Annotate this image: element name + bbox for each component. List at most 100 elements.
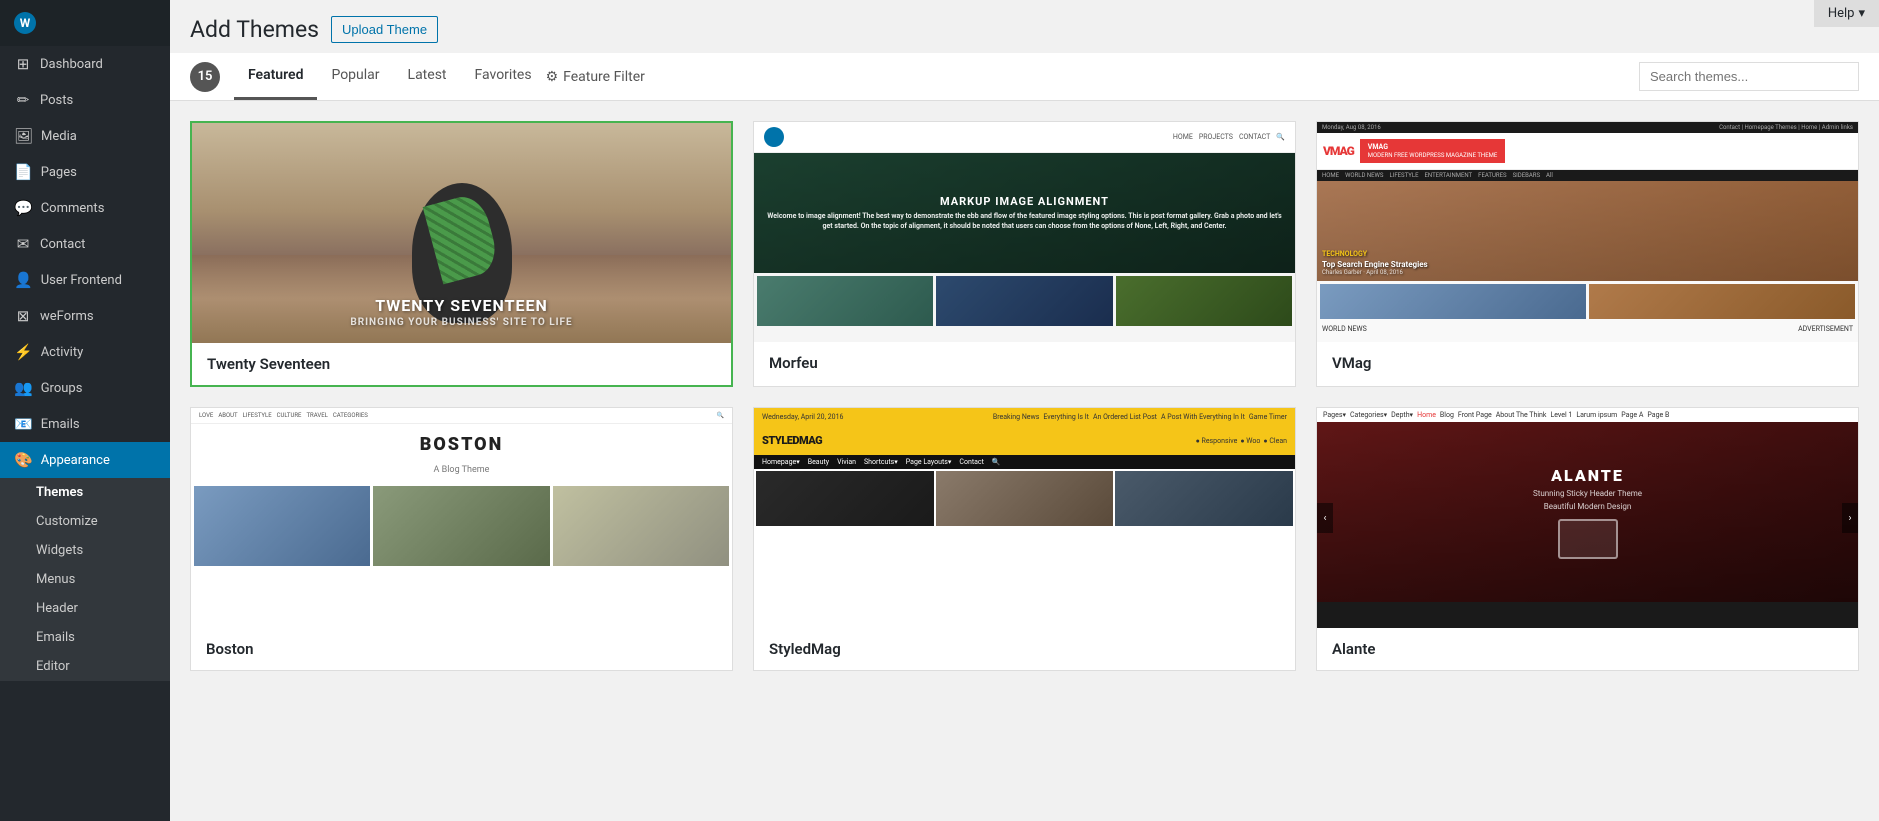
vmag-topbar: Monday, Aug 08, 2016 Contact | Homepage … bbox=[1317, 122, 1858, 133]
twenty-seventeen-preview: TWENTY SEVENTEEN Bringing your business'… bbox=[192, 123, 731, 343]
groups-icon: 👥 bbox=[14, 379, 33, 397]
sidebar-item-emails[interactable]: 📧 Emails bbox=[0, 406, 170, 442]
sidebar-item-label: Media bbox=[41, 129, 77, 144]
boston-title: BOSTON bbox=[191, 424, 732, 465]
morfeu-grid-item bbox=[757, 276, 933, 326]
sidebar-item-label: Pages bbox=[41, 165, 77, 180]
feature-filter-label: Feature Filter bbox=[563, 69, 645, 85]
gear-icon: ⚙ bbox=[546, 69, 559, 85]
sidebar-subitem-themes[interactable]: Themes bbox=[0, 478, 170, 507]
help-label: Help bbox=[1828, 6, 1855, 21]
posts-icon: ✏ bbox=[14, 91, 32, 109]
theme-card-vmag[interactable]: Monday, Aug 08, 2016 Contact | Homepage … bbox=[1316, 121, 1859, 387]
sidebar-subitem-customize[interactable]: Customize bbox=[0, 507, 170, 536]
help-arrow-icon: ▾ bbox=[1858, 6, 1865, 21]
vmag-small-card bbox=[1589, 284, 1855, 319]
styledmag-img bbox=[936, 471, 1114, 526]
theme-alante-img: Pages▾ Categories▾ Depth▾ Home Blog Fron… bbox=[1317, 408, 1858, 628]
sidebar-item-label: Appearance bbox=[41, 453, 110, 468]
sidebar-item-contact[interactable]: ✉ Contact bbox=[0, 226, 170, 262]
theme-card-twenty-seventeen[interactable]: ✓ Installed TWENTY SEVENTEEN Bringing yo… bbox=[190, 121, 733, 387]
sidebar-item-dashboard[interactable]: ⊞ Dashboard bbox=[0, 46, 170, 82]
sidebar-item-posts[interactable]: ✏ Posts bbox=[0, 82, 170, 118]
upload-theme-button[interactable]: Upload Theme bbox=[331, 16, 438, 43]
sidebar-subitem-widgets[interactable]: Widgets bbox=[0, 536, 170, 565]
boston-preview: LOVE ABOUT LIFESTYLE CULTURE TRAVEL CATE… bbox=[191, 408, 732, 628]
styledmag-img bbox=[756, 471, 934, 526]
tabs-bar: 15 Featured Popular Latest Favorites ⚙ F… bbox=[170, 53, 1879, 101]
boston-img bbox=[373, 486, 549, 566]
topbar-left: Add Themes Upload Theme bbox=[190, 16, 438, 43]
vmag-hero: TECHNOLOGY Top Search Engine Strategies … bbox=[1317, 181, 1858, 281]
sidebar-subitem-header[interactable]: Header bbox=[0, 594, 170, 623]
topbar: Add Themes Upload Theme bbox=[170, 0, 1879, 53]
sidebar-subitem-editor[interactable]: Editor bbox=[0, 652, 170, 681]
sidebar-subitem-emails[interactable]: Emails bbox=[0, 623, 170, 652]
theme-card-boston[interactable]: LOVE ABOUT LIFESTYLE CULTURE TRAVEL CATE… bbox=[190, 407, 733, 671]
styledmag-logo: STYLEDMAG bbox=[762, 434, 822, 447]
theme-name: Boston bbox=[191, 628, 732, 670]
sidebar-item-label: Groups bbox=[41, 381, 83, 396]
sidebar-subitem-menus[interactable]: Menus bbox=[0, 565, 170, 594]
styledmag-preview: Wednesday, April 20, 2016 Breaking News … bbox=[754, 408, 1295, 628]
boston-img bbox=[194, 486, 370, 566]
theme-card-styledmag[interactable]: Wednesday, April 20, 2016 Breaking News … bbox=[753, 407, 1296, 671]
sidebar-item-appearance[interactable]: 🎨 Appearance bbox=[0, 442, 170, 478]
sidebar-item-comments[interactable]: 💬 Comments bbox=[0, 190, 170, 226]
weforms-icon: ⊠ bbox=[14, 307, 32, 325]
pages-icon: 📄 bbox=[14, 163, 33, 181]
appearance-icon: 🎨 bbox=[14, 451, 33, 469]
sidebar-item-label: Emails bbox=[41, 417, 80, 432]
sidebar-item-pages[interactable]: 📄 Pages bbox=[0, 154, 170, 190]
sidebar-item-label: Posts bbox=[40, 93, 73, 108]
sidebar-item-groups[interactable]: 👥 Groups bbox=[0, 370, 170, 406]
vmag-header: VMAG VMAGMODERN FREE WORDPRESS MAGAZINE … bbox=[1317, 133, 1858, 170]
vmag-footer-labels: WORLD NEWS ADVERTISEMENT bbox=[1317, 322, 1858, 336]
boston-img bbox=[553, 486, 729, 566]
morfeu-grid-item bbox=[936, 276, 1112, 326]
tab-featured[interactable]: Featured bbox=[234, 53, 317, 100]
theme-subtitle: Bringing your business' site to life bbox=[192, 317, 731, 328]
feature-filter-button[interactable]: ⚙ Feature Filter bbox=[546, 55, 645, 99]
theme-name: Morfeu bbox=[754, 342, 1295, 384]
theme-card-morfeu[interactable]: HOME PROJECTS CONTACT 🔍 MARKUP IMAGE ALI… bbox=[753, 121, 1296, 387]
sidebar-item-activity[interactable]: ⚡ Activity bbox=[0, 334, 170, 370]
sidebar-item-label: User Frontend bbox=[41, 273, 122, 288]
alante-hero: ALANTE Stunning Sticky Header Theme Beau… bbox=[1317, 422, 1858, 602]
alante-next-arrow[interactable]: › bbox=[1842, 503, 1858, 533]
theme-count-badge: 15 bbox=[190, 62, 220, 92]
styledmag-header: Wednesday, April 20, 2016 Breaking News … bbox=[754, 408, 1295, 426]
sidebar-item-media[interactable]: 🖼 Media bbox=[0, 118, 170, 154]
sidebar: W ⊞ Dashboard ✏ Posts 🖼 Media 📄 Pages 💬 … bbox=[0, 0, 170, 821]
appearance-submenu: Themes Customize Widgets Menus Header Em… bbox=[0, 478, 170, 681]
theme-morfeu-img: HOME PROJECTS CONTACT 🔍 MARKUP IMAGE ALI… bbox=[754, 122, 1295, 342]
themes-grid: ✓ Installed TWENTY SEVENTEEN Bringing yo… bbox=[170, 101, 1879, 691]
user-frontend-icon: 👤 bbox=[14, 271, 33, 289]
dashboard-icon: ⊞ bbox=[14, 55, 32, 73]
theme-boston-img: LOVE ABOUT LIFESTYLE CULTURE TRAVEL CATE… bbox=[191, 408, 732, 628]
sidebar-item-user-frontend[interactable]: 👤 User Frontend bbox=[0, 262, 170, 298]
morfeu-logo bbox=[764, 127, 784, 147]
alante-prev-arrow[interactable]: ‹ bbox=[1317, 503, 1333, 533]
vmag-small-card bbox=[1320, 284, 1586, 319]
theme-styledmag-img: Wednesday, April 20, 2016 Breaking News … bbox=[754, 408, 1295, 628]
sidebar-item-label: Comments bbox=[41, 201, 105, 216]
morfeu-preview: HOME PROJECTS CONTACT 🔍 MARKUP IMAGE ALI… bbox=[754, 122, 1295, 342]
tab-favorites[interactable]: Favorites bbox=[461, 53, 546, 100]
alante-hero-title: ALANTE bbox=[1533, 466, 1642, 485]
contact-icon: ✉ bbox=[14, 235, 32, 253]
theme-vmag-img: Monday, Aug 08, 2016 Contact | Homepage … bbox=[1317, 122, 1858, 342]
tabs-left: 15 Featured Popular Latest Favorites ⚙ F… bbox=[190, 53, 645, 100]
styledmag-grid bbox=[754, 469, 1295, 528]
styledmag-logo-row: STYLEDMAG ● Responsive ● Woo ● Clean bbox=[754, 426, 1295, 455]
sidebar-item-label: Activity bbox=[41, 345, 84, 360]
page-title: Add Themes bbox=[190, 16, 319, 43]
morfeu-grid-item bbox=[1116, 276, 1292, 326]
search-themes-input[interactable] bbox=[1639, 62, 1859, 91]
tab-latest[interactable]: Latest bbox=[394, 53, 461, 100]
theme-card-alante[interactable]: Pages▾ Categories▾ Depth▾ Home Blog Fron… bbox=[1316, 407, 1859, 671]
help-button[interactable]: Help ▾ bbox=[1814, 0, 1879, 27]
sidebar-item-label: Contact bbox=[40, 237, 85, 252]
sidebar-item-weforms[interactable]: ⊠ weForms bbox=[0, 298, 170, 334]
tab-popular[interactable]: Popular bbox=[317, 53, 393, 100]
